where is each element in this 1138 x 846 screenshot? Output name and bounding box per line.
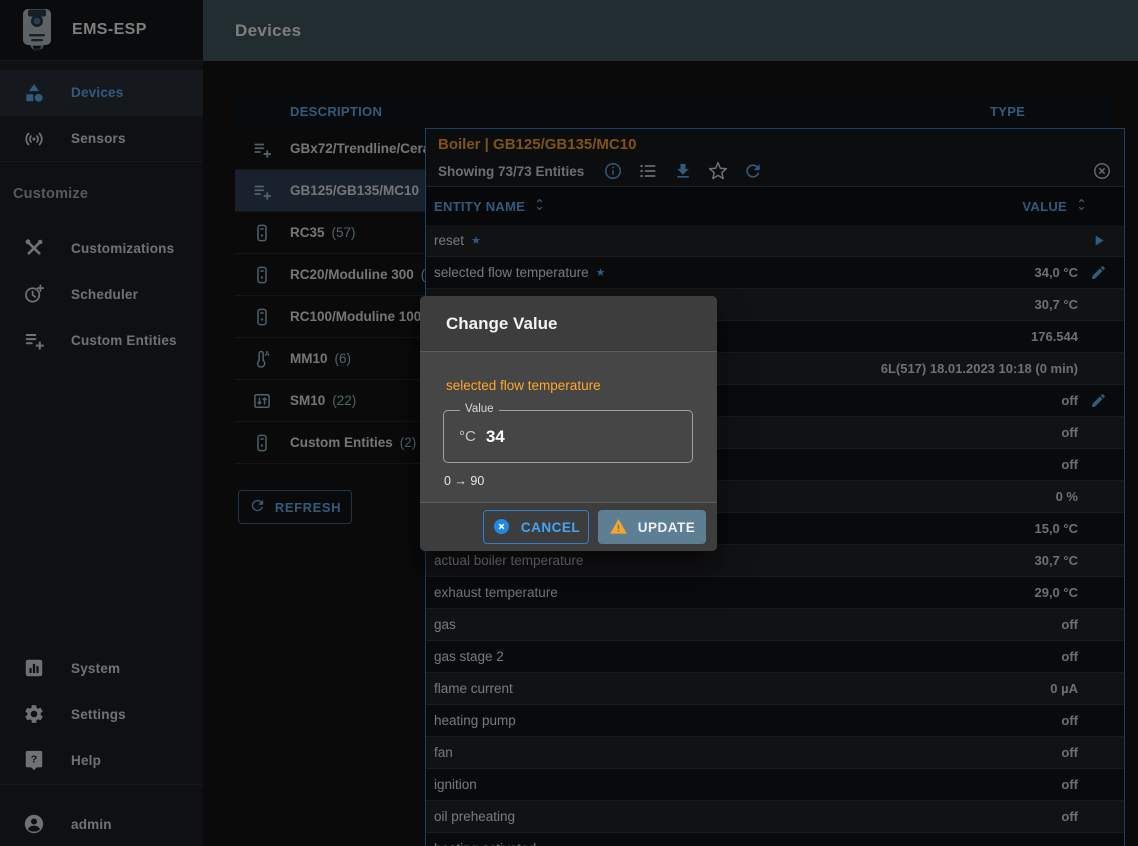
dialog-actions: CANCEL UPDATE (420, 502, 717, 551)
value-current: 34 (486, 427, 505, 447)
value-range-hint: 0 → 90 (444, 474, 484, 488)
dialog-title-bar: Change Value (420, 296, 717, 352)
dialog-entity-name: selected flow temperature (446, 378, 601, 393)
value-input[interactable]: Value °C 34 (443, 410, 693, 463)
update-button[interactable]: UPDATE (598, 510, 706, 544)
value-input-label: Value (460, 403, 499, 415)
ems-esp-app: EMS-ESP Devices Sensors Customize Custom… (0, 0, 1138, 846)
cancel-button[interactable]: CANCEL (483, 510, 589, 544)
dialog-title: Change Value (446, 314, 557, 334)
warning-icon (609, 517, 629, 537)
value-unit: °C (459, 428, 476, 445)
cancel-icon (492, 517, 512, 537)
dialog-body: selected flow temperature Value °C 34 0 … (420, 352, 717, 502)
change-value-dialog: Change Value selected flow temperature V… (420, 296, 717, 551)
